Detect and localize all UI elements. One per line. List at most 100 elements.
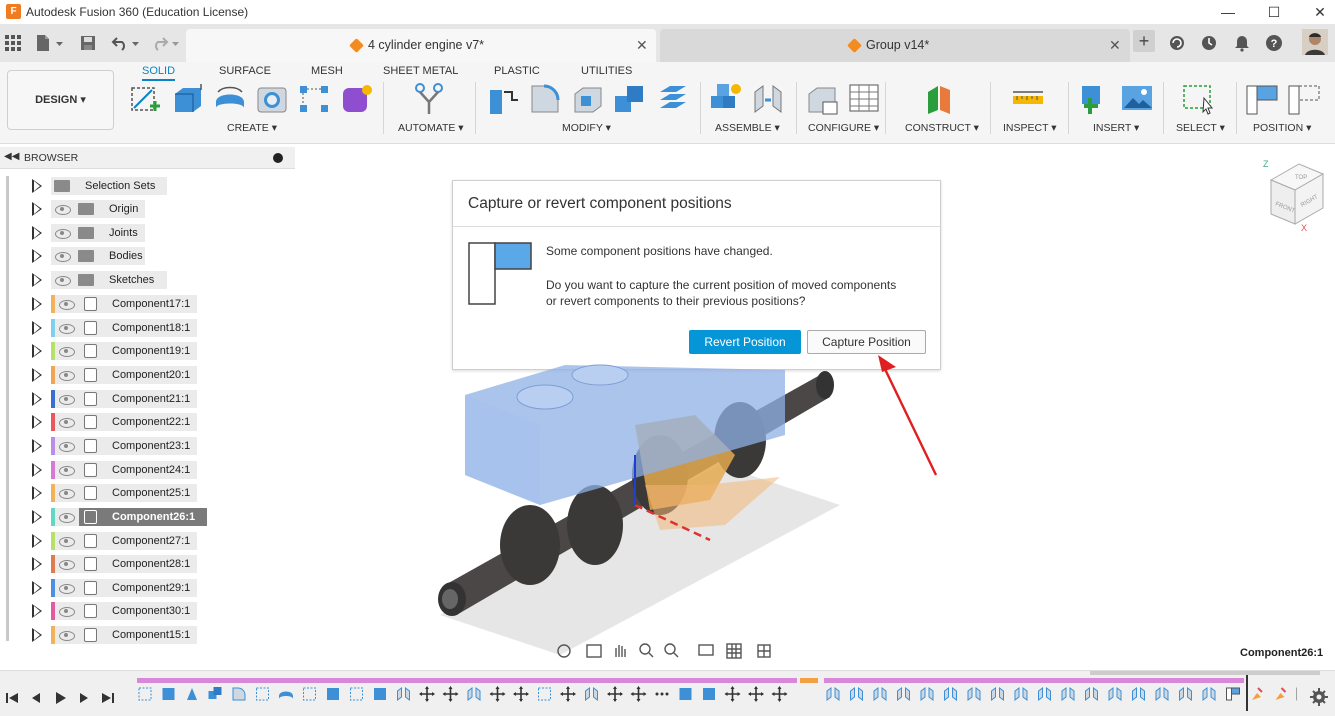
collapse-browser-icon[interactable]: ◀◀ [4,151,19,162]
timeline-scrollbar[interactable] [1090,671,1320,675]
close-tab-icon[interactable]: ✕ [1109,37,1121,54]
timeline-start-icon[interactable] [4,690,20,706]
extrude-icon[interactable] [171,82,205,116]
visibility-eye-icon[interactable] [55,365,79,384]
tab-group-v14[interactable]: Group v14* ✕ [660,29,1130,62]
folder-row-box[interactable]: Selection Sets [51,177,167,195]
timeline-feature-move-icon[interactable] [771,686,788,702]
expand-arrow-icon[interactable] [32,344,42,359]
timeline-feature-joint-icon[interactable] [467,687,481,701]
automate-menu[interactable]: AUTOMATE ▾ [398,122,464,134]
close-tab-icon[interactable]: ✕ [636,37,648,54]
timeline-feature-joint-icon[interactable] [897,687,910,701]
visibility-eye-icon[interactable] [51,247,75,265]
expand-arrow-icon[interactable] [32,249,42,263]
timeline-feature-pos-icon[interactable] [1226,687,1240,701]
timeline-feature-sketch-icon[interactable] [303,687,316,701]
create-menu[interactable]: CREATE ▾ [227,122,277,134]
timeline-feature-revolve-icon[interactable] [279,691,293,700]
redo-dropdown-icon[interactable] [171,34,181,52]
close-window-button[interactable]: ✕ [1297,0,1335,24]
expand-arrow-icon[interactable] [32,509,42,524]
revolve-icon[interactable] [213,82,247,116]
timeline-play-icon[interactable] [52,690,68,706]
timeline-feature-pin-icon[interactable] [1252,687,1263,700]
insert-canvas-icon[interactable] [1120,82,1154,116]
visibility-eye-icon[interactable] [51,200,75,218]
expand-arrow-icon[interactable] [32,438,42,453]
expand-arrow-icon[interactable] [32,557,42,572]
expand-arrow-icon[interactable] [32,486,42,501]
expand-arrow-icon[interactable] [32,533,42,548]
select-menu[interactable]: SELECT ▾ [1176,122,1225,134]
timeline-feature-move-icon[interactable] [489,686,506,702]
timeline-feature-box-icon[interactable] [374,688,386,700]
joint-icon[interactable] [751,82,785,116]
visibility-eye-icon[interactable] [55,578,79,597]
browser-scrollbar[interactable] [6,176,9,641]
timeline-feature-joint-icon[interactable] [1085,687,1098,701]
tab-utilities[interactable]: UTILITIES [581,63,632,81]
timeline-feature-move-icon[interactable] [724,686,741,702]
expand-arrow-icon[interactable] [32,297,42,311]
press-pull-icon[interactable] [486,82,520,116]
construct-menu[interactable]: CONSTRUCT ▾ [905,122,979,134]
timeline-feature-joint-icon[interactable] [1179,687,1192,701]
new-tab-button[interactable]: + [1133,30,1155,52]
folder-row-box[interactable]: Joints [75,224,145,242]
notifications-bell-icon[interactable] [1233,34,1251,52]
visibility-eye-icon[interactable] [55,342,79,361]
expand-arrow-icon[interactable] [32,273,42,287]
timeline-feature-joint-icon[interactable] [397,687,410,701]
timeline-feature-joint-icon[interactable] [1202,687,1216,701]
timeline-feature-plane-icon[interactable] [187,688,197,700]
capture-position-icon[interactable] [1245,82,1279,116]
pattern-icon[interactable] [297,82,331,116]
visibility-eye-icon[interactable] [55,555,79,574]
timeline-feature-joint-icon[interactable] [1155,687,1169,701]
visibility-eye-icon[interactable] [55,531,79,550]
timeline-feature-combine-icon[interactable] [208,687,222,699]
visibility-eye-icon[interactable] [55,318,79,337]
timeline-feature-move-icon[interactable] [513,686,529,702]
timeline-marker[interactable] [1246,675,1248,711]
app-grid-icon[interactable] [4,34,22,52]
component-row-box[interactable]: Component19:1 [79,342,197,361]
timeline-feature-box-icon[interactable] [703,688,715,700]
component-row-box[interactable]: Component20:1 [79,365,197,384]
component-row-box[interactable]: Component18:1 [79,318,197,337]
timeline-feature-move-icon[interactable] [442,686,459,702]
visibility-eye-icon[interactable] [55,413,79,432]
job-status-icon[interactable] [1200,34,1218,52]
inspect-menu[interactable]: INSPECT ▾ [1003,122,1057,134]
insert-menu[interactable]: INSERT ▾ [1093,122,1139,134]
timeline-feature-joint-icon[interactable] [967,687,981,701]
expand-arrow-icon[interactable] [32,462,42,477]
visibility-eye-icon[interactable] [55,484,79,503]
timeline-end-icon[interactable] [100,690,116,706]
offset-faces-icon[interactable] [656,82,690,116]
configure-icon[interactable] [805,82,839,116]
revert-position-icon[interactable] [1287,82,1321,116]
expand-arrow-icon[interactable] [32,628,42,643]
expand-arrow-icon[interactable] [32,226,42,240]
file-menu-icon[interactable] [34,34,52,52]
tab-surface[interactable]: SURFACE [219,63,271,81]
component-row-box[interactable]: Component24:1 [79,460,197,479]
shell-icon[interactable] [571,82,605,116]
combine-icon[interactable] [613,82,647,116]
refresh-icon[interactable] [1168,34,1186,52]
timeline-feature-joint-icon[interactable] [1061,687,1075,701]
save-icon[interactable] [79,34,97,52]
timeline-settings-gear-icon[interactable] [1310,688,1328,706]
timeline-feature-move-icon[interactable] [630,686,647,702]
workspace-switcher-button[interactable]: DESIGN ▾ [7,70,114,130]
timeline-feature-box-icon[interactable] [679,688,692,700]
tab-4-cylinder-engine[interactable]: 4 cylinder engine v7* ✕ [186,29,656,62]
component-row-box[interactable]: Component28:1 [79,555,197,574]
timeline-feature-joint-icon[interactable] [1038,687,1051,701]
tab-sheet-metal[interactable]: SHEET METAL [383,63,458,81]
construct-plane-icon[interactable] [922,82,956,116]
component-row-box[interactable]: Component26:1 [79,507,207,526]
folder-row-box[interactable]: Bodies [75,247,145,265]
